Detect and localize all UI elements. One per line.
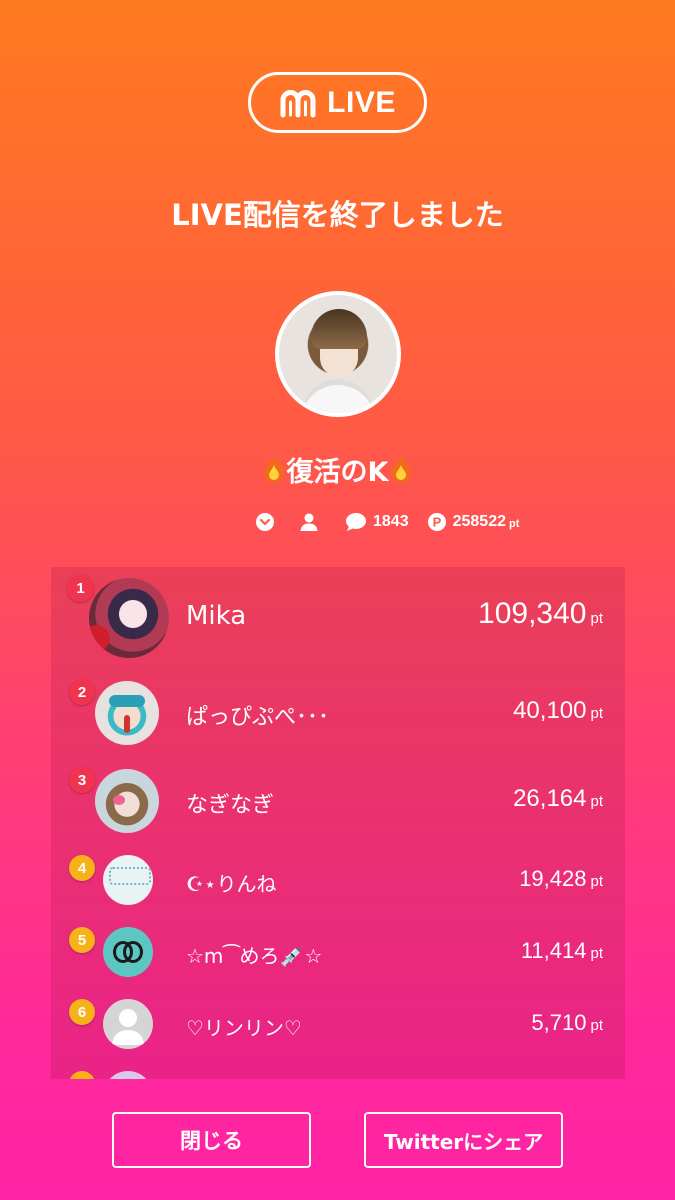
m-logo-icon — [280, 89, 316, 117]
list-item[interactable]: 1 Mika 109,340 pt — [51, 575, 625, 663]
score: 5,710 pt — [531, 1010, 603, 1035]
score: 11,414 pt — [520, 938, 603, 963]
score: 40,100 pt — [513, 697, 603, 724]
user-name: Mika — [186, 601, 247, 631]
page-title: LIVE配信を終了しました — [171, 198, 504, 232]
user-name: なぎなぎ — [186, 793, 275, 818]
avatar — [103, 999, 153, 1049]
user-name: ☆m⁀めろ💉☆ — [186, 944, 323, 968]
avatar — [103, 855, 153, 905]
rank-badge: 5 — [69, 927, 95, 953]
list-item[interactable]: 4 ☪︎⋆りんね 19,428 pt — [51, 853, 625, 909]
rank-badge — [69, 1071, 95, 1079]
rank-badge: 1 — [67, 575, 94, 602]
point-unit: pt — [508, 518, 520, 530]
user-name: ぱっぴぷぺ･･･ — [186, 705, 330, 730]
point-total: 258522 — [452, 513, 506, 530]
score: 109,340 pt — [478, 597, 603, 630]
close-button[interactable]: 閉じる — [112, 1112, 311, 1168]
host-name: 復活のK — [286, 457, 389, 488]
avatar — [89, 578, 169, 658]
point-icon: P — [427, 512, 447, 532]
twitter-share-button[interactable]: Twitterにシェア — [364, 1112, 563, 1168]
rank-badge: 4 — [69, 855, 95, 881]
rank-badge: 6 — [69, 999, 95, 1025]
comment-count: 1843 — [373, 513, 409, 530]
host-name-row: 復活のK — [0, 450, 675, 489]
user-name: ☪︎⋆りんね — [186, 872, 277, 896]
live-logo: LIVE — [248, 72, 427, 133]
gift-ranking-list[interactable]: 1 Mika 109,340 pt 2 ぱっぴぷぺ･･･ 40,100 pt 3 な… — [51, 567, 625, 1079]
avatar — [95, 681, 159, 745]
comment-icon — [345, 512, 367, 532]
list-item[interactable]: 2 ぱっぴぷぺ･･･ 40,100 pt — [51, 679, 625, 749]
fire-icon — [263, 454, 284, 483]
avatar — [103, 927, 153, 977]
list-item[interactable]: 5 ☆m⁀めろ💉☆ 11,414 pt — [51, 925, 625, 981]
host-avatar — [275, 291, 401, 417]
user-name: ♡リンリン♡ — [186, 1016, 302, 1040]
logo-text: LIVE — [327, 85, 396, 119]
avatar — [103, 1071, 153, 1079]
heart-count-icon — [255, 512, 275, 532]
viewer-icon — [299, 512, 319, 532]
list-item[interactable] — [51, 1069, 625, 1079]
score: 19,428 pt — [519, 866, 603, 891]
rank-badge: 3 — [69, 767, 95, 793]
list-item[interactable]: 3 なぎなぎ 26,164 pt — [51, 767, 625, 835]
default-user-icon — [112, 1009, 144, 1045]
score: 26,164 pt — [513, 785, 603, 812]
list-item[interactable]: 6 ♡リンリン♡ 5,710 pt — [51, 997, 625, 1053]
rank-badge: 2 — [69, 679, 95, 705]
svg-text:P: P — [432, 515, 441, 530]
fire-icon — [391, 454, 412, 483]
avatar — [95, 769, 159, 833]
stats-row: 1843 P 258522 pt — [255, 510, 519, 534]
